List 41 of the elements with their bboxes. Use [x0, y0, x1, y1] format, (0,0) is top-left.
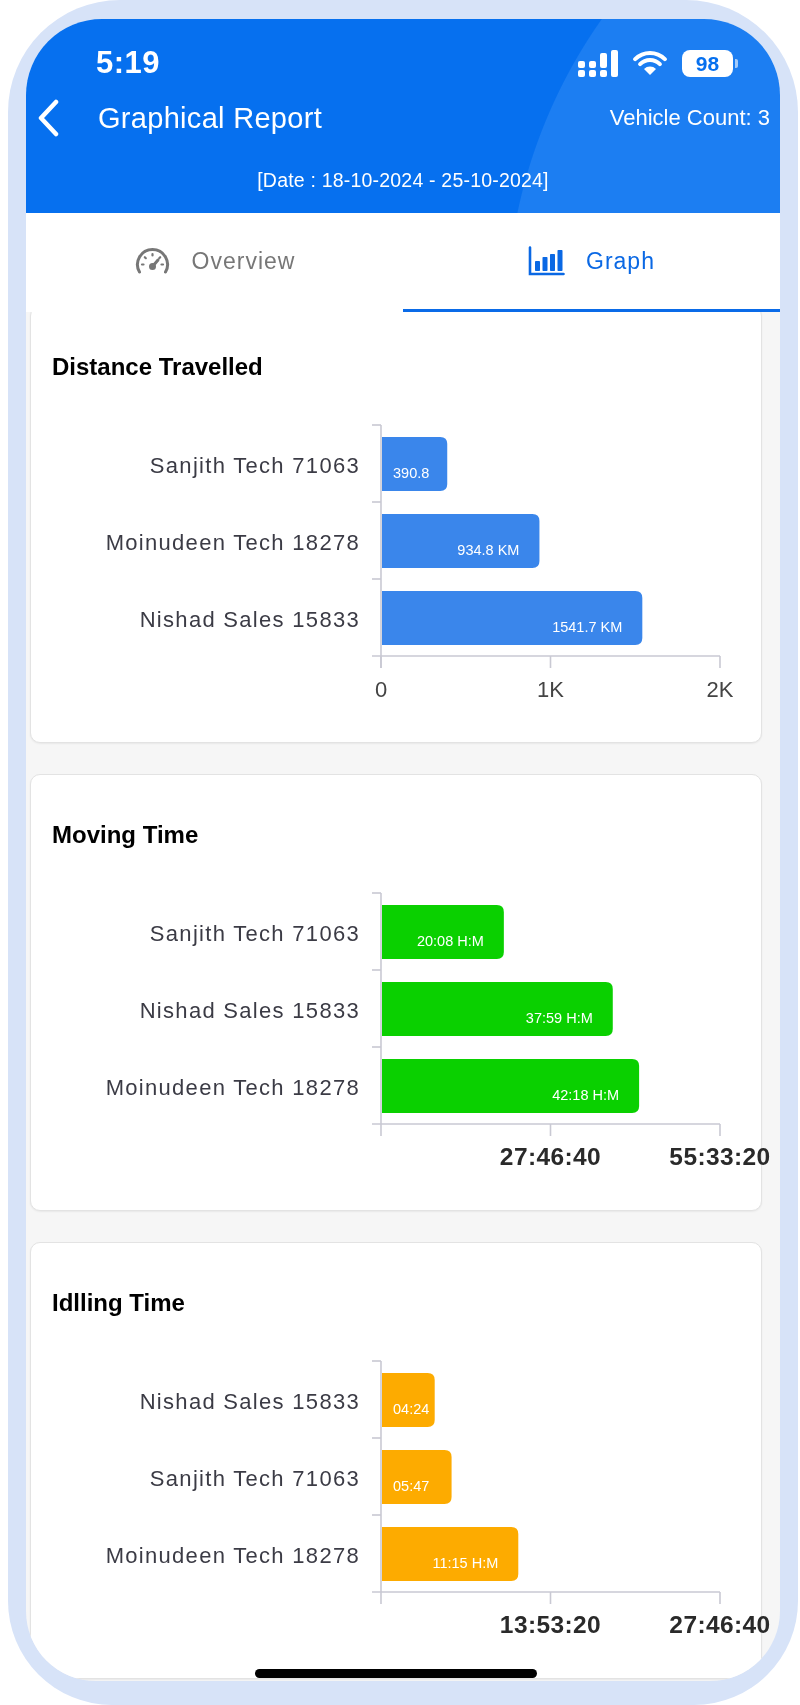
tick-label: 1K — [537, 677, 564, 702]
category-label: Nishad Sales 15833 — [139, 1389, 360, 1414]
tick-label: 0 — [374, 677, 388, 702]
tick-label: 27:46:40 — [499, 1143, 602, 1170]
chart-title: Idlling Time — [52, 1288, 185, 1318]
chevron-left-icon — [36, 99, 60, 137]
chart-title: Moving Time — [52, 820, 199, 850]
bar-chart-icon — [528, 246, 566, 276]
bar-value-label: 20:08 H:M — [416, 933, 484, 949]
wifi-icon — [633, 50, 667, 76]
category-label: Sanjith Tech 71063 — [149, 921, 360, 946]
vehicle-count: Vehicle Count: 3 — [609, 104, 770, 132]
chart-title: Distance Travelled — [52, 352, 263, 382]
category-label: Sanjith Tech 71063 — [149, 1466, 360, 1491]
bar-value-label: 42:18 H:M — [552, 1087, 620, 1103]
tick-label: 2K — [706, 677, 734, 702]
page-title: Graphical Report — [98, 101, 322, 136]
tab[interactable]: Overview — [26, 213, 403, 312]
bar-value-label: 05:47 — [393, 1478, 430, 1494]
bar-value-label: 11:15 H:M — [432, 1555, 499, 1571]
bar-value-label: 934.8 KM — [457, 542, 520, 558]
bar-value-label: 04:24 — [393, 1401, 430, 1417]
battery-cap-icon — [734, 58, 738, 68]
battery-indicator: 98 — [682, 49, 733, 77]
bar-value-label: 37:59 H:M — [525, 1010, 593, 1026]
category-label: Nishad Sales 15833 — [139, 998, 360, 1023]
category-label: Moinudeen Tech 18278 — [105, 530, 360, 555]
signal-icon — [578, 49, 618, 77]
bar-value-label: 1541.7 KM — [552, 619, 623, 635]
bar-value-label: 390.8 — [393, 465, 430, 481]
tick-label: 13:53:20 — [499, 1611, 602, 1638]
tick-label: 27:46:40 — [669, 1611, 771, 1638]
date-range: [Date : 18-10-2024 - 25-10-2024] — [257, 169, 549, 191]
category-label: Nishad Sales 15833 — [139, 607, 360, 632]
tick-label: 55:33:20 — [669, 1143, 771, 1170]
category-label: Sanjith Tech 71063 — [149, 453, 360, 478]
category-label: Moinudeen Tech 18278 — [105, 1075, 360, 1100]
category-label: Moinudeen Tech 18278 — [105, 1543, 360, 1568]
back-button[interactable] — [36, 99, 60, 137]
gauge-icon — [133, 246, 171, 276]
status-time: 5:19 — [96, 48, 161, 78]
